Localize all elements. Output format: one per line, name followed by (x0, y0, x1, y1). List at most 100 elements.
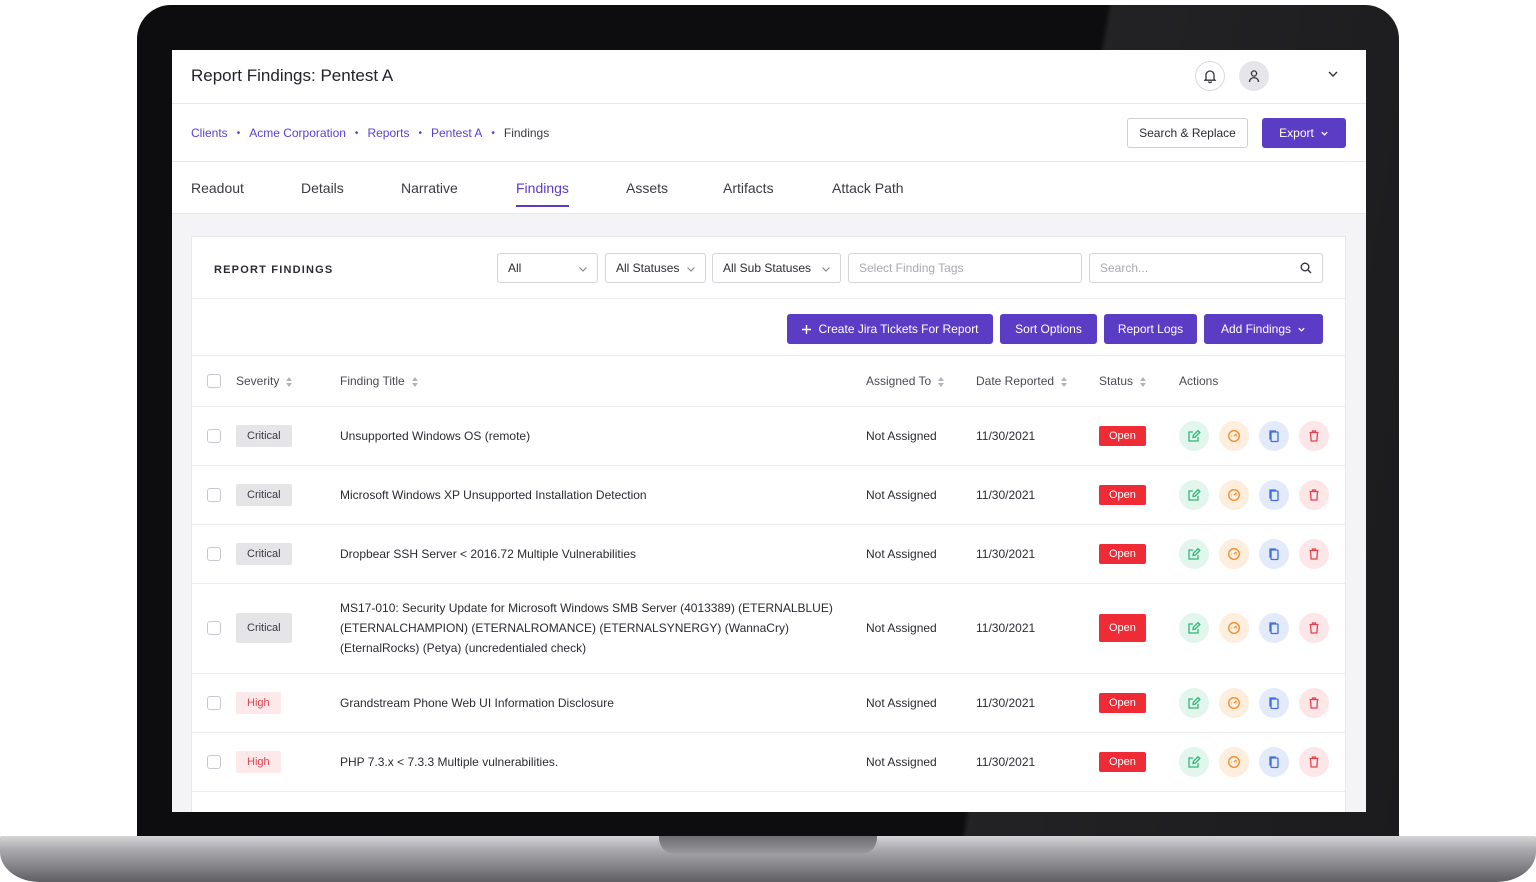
finding-title[interactable]: Microsoft Windows XP Unsupported Install… (340, 465, 866, 525)
copy-button[interactable] (1259, 613, 1289, 643)
finding-title[interactable]: Unsupported Windows OS (remote) (340, 406, 866, 466)
edit-button[interactable] (1179, 746, 1209, 777)
copy-button[interactable] (1259, 687, 1289, 718)
tab-details[interactable]: Details (301, 180, 344, 196)
delete-button[interactable] (1299, 746, 1329, 777)
breadcrumb: Clients • Acme Corporation • Reports • P… (191, 126, 550, 140)
status-badge: Open (1099, 484, 1146, 505)
finding-tags-select[interactable]: Select Finding Tags (848, 253, 1082, 283)
chevron-down-icon (822, 267, 830, 272)
delete-button[interactable] (1299, 420, 1329, 451)
status-select[interactable]: All Statuses (605, 253, 706, 283)
retest-button[interactable] (1219, 420, 1249, 451)
edit-button[interactable] (1179, 479, 1209, 510)
copy-button[interactable] (1259, 420, 1289, 451)
date-reported: 11/30/2021 (976, 732, 1099, 792)
date-reported: 11/30/2021 (976, 465, 1099, 525)
finding-title[interactable]: Grandstream Phone Web UI Information Dis… (340, 673, 866, 733)
copy-icon (1269, 547, 1279, 560)
table-row[interactable]: Critical Dropbear SSH Server < 2016.72 M… (192, 524, 1345, 584)
assigned-to: Not Assigned (866, 406, 976, 466)
search-placeholder: Search... (1100, 261, 1149, 275)
retest-button[interactable] (1219, 687, 1249, 718)
create-jira-tickets-button[interactable]: Create Jira Tickets For Report (787, 314, 993, 344)
edit-button[interactable] (1179, 420, 1209, 451)
breadcrumb-clients[interactable]: Clients (191, 126, 228, 140)
chevron-down-icon[interactable] (1327, 68, 1339, 80)
retest-button[interactable] (1219, 746, 1249, 777)
retest-button[interactable] (1219, 538, 1249, 569)
sort-icon (1140, 376, 1147, 387)
delete-button[interactable] (1299, 479, 1329, 510)
report-findings-card: REPORT FINDINGS All All Statuses All Sub… (191, 236, 1346, 812)
row-checkbox[interactable] (207, 428, 221, 443)
finding-title[interactable]: PHP 7.3.x < 7.3.3 Multiple vulnerabiliti… (340, 732, 866, 792)
row-actions (1179, 538, 1345, 569)
edit-button[interactable] (1179, 687, 1209, 718)
retest-button[interactable] (1219, 479, 1249, 510)
column-severity[interactable]: Severity (236, 356, 340, 407)
status-select-value: All Statuses (616, 261, 680, 275)
sort-icon (286, 376, 293, 387)
tab-attack-path[interactable]: Attack Path (832, 180, 904, 196)
search-replace-button[interactable]: Search & Replace (1127, 118, 1248, 148)
sort-options-button[interactable]: Sort Options (1000, 314, 1097, 344)
assigned-to: Not Assigned (866, 524, 976, 584)
notifications-button[interactable] (1195, 61, 1225, 91)
card-title: REPORT FINDINGS (214, 264, 334, 276)
row-checkbox[interactable] (207, 621, 221, 635)
chevron-down-icon (1298, 327, 1305, 332)
table-row[interactable]: High PHP 7.3.x < 7.3.3 Multiple vulnerab… (192, 732, 1345, 792)
retest-button[interactable] (1219, 613, 1249, 643)
delete-button[interactable] (1299, 538, 1329, 569)
row-checkbox[interactable] (207, 487, 221, 502)
tab-assets[interactable]: Assets (626, 180, 668, 196)
add-findings-button[interactable]: Add Findings (1204, 314, 1323, 344)
copy-icon (1269, 755, 1279, 768)
laptop-notch (659, 836, 877, 854)
tab-narrative[interactable]: Narrative (401, 180, 458, 196)
finding-title[interactable]: Dropbear SSH Server < 2016.72 Multiple V… (340, 524, 866, 584)
edit-button[interactable] (1179, 613, 1209, 643)
copy-button[interactable] (1259, 538, 1289, 569)
table-row[interactable]: Critical Unsupported Windows OS (remote)… (192, 406, 1345, 466)
table-row[interactable]: High Grandstream Phone Web UI Informatio… (192, 673, 1345, 733)
row-actions (1179, 479, 1345, 510)
avatar[interactable] (1239, 61, 1269, 91)
copy-button[interactable] (1259, 746, 1289, 777)
trash-icon (1309, 755, 1319, 768)
edit-icon (1188, 547, 1201, 560)
assigned-to: Not Assigned (866, 732, 976, 792)
finding-title[interactable]: MS17-010: Security Update for Microsoft … (340, 583, 866, 674)
delete-button[interactable] (1299, 613, 1329, 643)
retest-icon (1228, 547, 1240, 560)
copy-button[interactable] (1259, 479, 1289, 510)
column-assigned-to[interactable]: Assigned To (866, 356, 976, 407)
export-button[interactable]: Export (1262, 118, 1346, 148)
row-checkbox[interactable] (207, 695, 221, 710)
severity-badge: Critical (236, 483, 292, 506)
bell-icon (1203, 70, 1217, 84)
tab-findings[interactable]: Findings (516, 180, 569, 207)
severity-select[interactable]: All (497, 253, 598, 283)
delete-button[interactable] (1299, 687, 1329, 718)
search-input[interactable]: Search... (1089, 253, 1323, 283)
breadcrumb-reports[interactable]: Reports (367, 126, 409, 140)
column-date-reported[interactable]: Date Reported (976, 356, 1099, 407)
row-checkbox[interactable] (207, 754, 221, 769)
row-checkbox[interactable] (207, 546, 221, 561)
sort-icon (1061, 376, 1068, 387)
sub-status-select-value: All Sub Statuses (723, 261, 812, 275)
table-row[interactable]: Critical Microsoft Windows XP Unsupporte… (192, 465, 1345, 525)
table-row[interactable]: Critical MS17-010: Security Update for M… (192, 583, 1345, 674)
select-all-checkbox[interactable] (207, 373, 221, 388)
column-status[interactable]: Status (1099, 356, 1179, 407)
breadcrumb-acme-corporation[interactable]: Acme Corporation (249, 126, 346, 140)
tab-readout[interactable]: Readout (191, 180, 244, 196)
sub-status-select[interactable]: All Sub Statuses (712, 253, 841, 283)
edit-button[interactable] (1179, 538, 1209, 569)
tab-artifacts[interactable]: Artifacts (723, 180, 774, 196)
report-logs-button[interactable]: Report Logs (1104, 314, 1197, 344)
column-finding-title[interactable]: Finding Title (340, 356, 866, 407)
breadcrumb-pentest-a[interactable]: Pentest A (431, 126, 482, 140)
